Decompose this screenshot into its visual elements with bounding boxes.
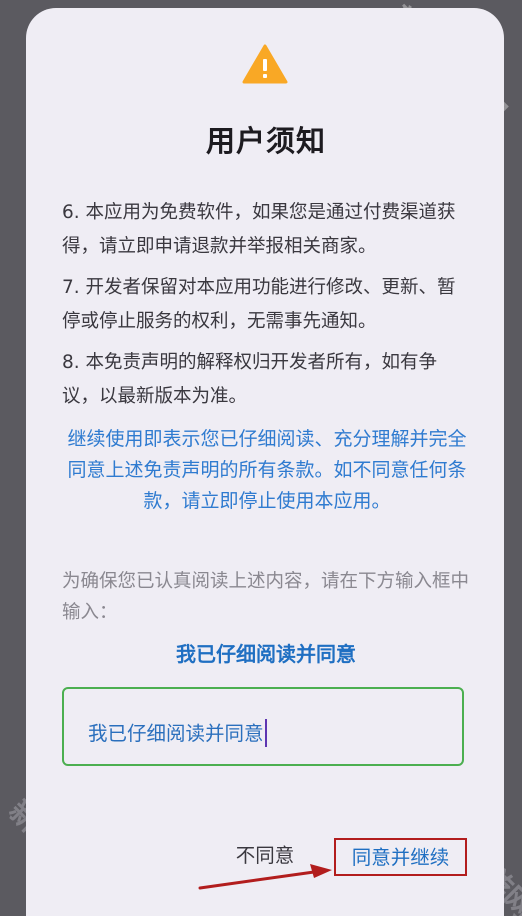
terms-list: 6. 本应用为免费软件，如果您是通过付费渠道获得，请立即申请退款并举报相关商家。… xyxy=(62,196,472,421)
warning-triangle-icon xyxy=(242,44,288,84)
agree-continue-button[interactable]: 同意并继续 xyxy=(334,838,467,876)
input-hint: 为确保您已认真阅读上述内容，请在下方输入框中输入： xyxy=(62,571,470,623)
confirm-input-text: 我已仔细阅读并同意 xyxy=(88,722,264,745)
term-item: 7. 开发者保留对本应用功能进行修改、更新、暂停或停止服务的权利，无需事先通知。 xyxy=(62,277,456,332)
term-item: 6. 本应用为免费软件，如果您是通过付费渠道获得，请立即申请退款并举报相关商家。 xyxy=(62,202,456,257)
screen: 新华手游网 新华手游网 新华手游网 用户须知 6. 本应用为免费软件，如果您是通… xyxy=(0,0,522,916)
text-caret xyxy=(264,718,268,747)
term-item: 8. 本免责声明的解释权归开发者所有，如有争议，以最新版本为准。 xyxy=(62,352,438,407)
confirm-input-value: 我已仔细阅读并同意 xyxy=(88,717,268,747)
confirm-input-field[interactable]: 我已仔细阅读并同意 xyxy=(62,687,464,766)
annotation-arrow xyxy=(198,864,332,890)
confirm-phrase: 我已仔细阅读并同意 xyxy=(176,642,356,666)
dialog-title: 用户须知 xyxy=(205,124,326,158)
agreement-notice: 继续使用即表示您已仔细阅读、充分理解并完全同意上述免责声明的所有条款。如不同意任… xyxy=(67,428,467,512)
